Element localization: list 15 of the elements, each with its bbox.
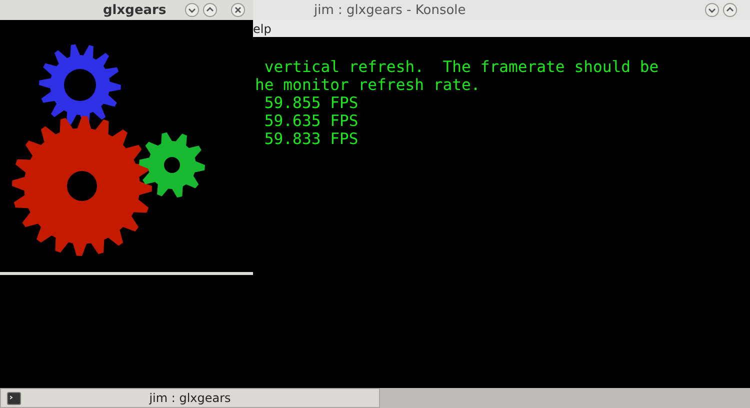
maximize-button[interactable] [202, 2, 218, 18]
terminal-icon [7, 392, 21, 404]
terminal-line: vertical refresh. The framerate should be [263, 58, 660, 76]
terminal-line: 59.635 FPS [263, 112, 360, 130]
window-title: jim : glxgears - Konsole [314, 2, 466, 20]
minimize-button[interactable] [184, 2, 200, 18]
terminal-line: he monitor refresh rate. [255, 76, 482, 94]
minimize-button[interactable] [704, 2, 720, 18]
maximize-button[interactable] [722, 2, 738, 18]
task-button[interactable]: jim : glxgears [0, 388, 380, 408]
menu-item[interactable]: elp [253, 20, 272, 38]
terminal-line: 59.833 FPS [263, 130, 360, 148]
terminal-line: 59.855 FPS [263, 94, 360, 112]
window-title: glxgears [103, 2, 166, 20]
close-button[interactable] [230, 2, 246, 18]
